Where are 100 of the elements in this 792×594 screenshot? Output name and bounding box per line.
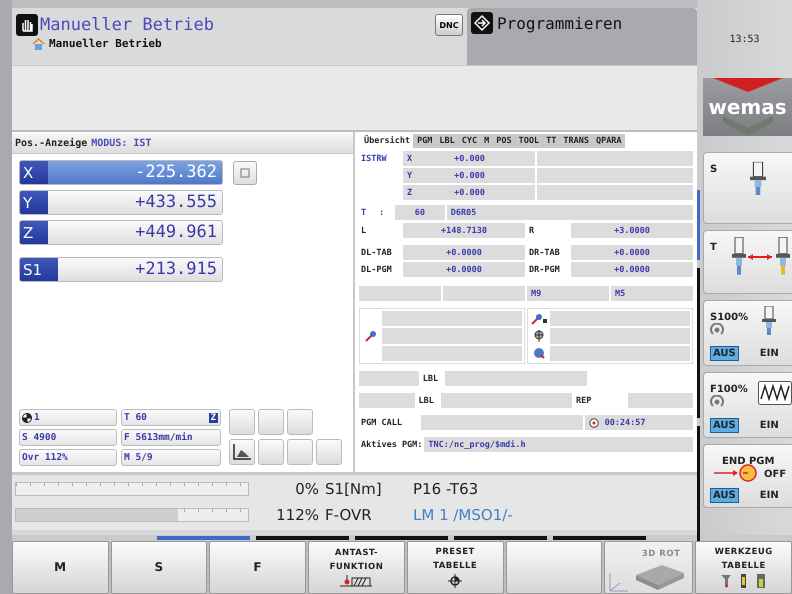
softkey-label: F: [253, 559, 262, 576]
axis-label: Z: [20, 221, 48, 244]
dial-icon: [710, 323, 724, 337]
status-info: P16 -T63: [413, 480, 478, 498]
datum-icon: [22, 412, 32, 422]
info-text: F 5613mm/min: [124, 432, 194, 443]
load-reading: 112%: [275, 506, 319, 524]
info-text: 1: [34, 412, 41, 423]
softkey-label: TABELLE: [433, 560, 478, 572]
softkey[interactable]: PRESET TABELLE: [406, 541, 504, 594]
status-tab[interactable]: Übersicht: [361, 134, 414, 148]
status-value: +0.000: [454, 154, 485, 164]
axis-label: X: [407, 154, 412, 164]
status-field: +148.7130: [403, 223, 525, 238]
status-label: R: [528, 224, 536, 238]
status-label: ISTRW: [361, 154, 387, 164]
probe-icon: [340, 574, 372, 587]
side-softkey[interactable]: S: [703, 152, 792, 224]
axis-position-bar[interactable]: Z +449.961: [19, 220, 223, 245]
softkey-label: 3D ROT: [642, 548, 680, 560]
status-field: +0.0000: [571, 262, 693, 277]
status-label: L: [360, 224, 368, 238]
toggle-option[interactable]: AUS: [710, 346, 739, 361]
empty-button[interactable]: [287, 409, 313, 435]
axis-label: Y: [407, 170, 412, 180]
axis-label: Z: [407, 188, 412, 198]
axis-label: Y: [20, 191, 48, 214]
info-text: Ovr 112%: [22, 452, 69, 463]
status-field: 60: [395, 205, 445, 220]
programming-tab[interactable]: Programmieren: [467, 8, 697, 65]
toggle-option[interactable]: AUS: [710, 488, 739, 503]
softkey[interactable]: ANTAST- FUNKTION: [308, 541, 405, 594]
logo: wemas: [703, 78, 792, 136]
home-icon: [32, 38, 45, 50]
empty-button[interactable]: [287, 439, 313, 465]
dnc-button[interactable]: DNC: [435, 14, 463, 36]
softkey[interactable]: F: [209, 541, 306, 594]
axis-value: +449.961: [134, 221, 218, 244]
axis-position-bar[interactable]: S1 +213.915: [19, 257, 223, 282]
axis-value: +433.555: [134, 191, 218, 214]
panel-title: Pos.-Anzeige: [15, 138, 88, 149]
empty-field: [359, 393, 414, 408]
separator-text: :: [378, 206, 386, 220]
softkey-label: M: [54, 559, 67, 576]
load-label: F-OVR: [324, 506, 373, 524]
axis-position-bar[interactable]: X -225.362: [19, 160, 223, 185]
softkey-label: WERKZEUG: [714, 547, 773, 558]
softkey-label: F100%: [710, 384, 748, 395]
side-softkey[interactable]: F100% AUS EIN: [703, 372, 792, 438]
softkey-label: T: [710, 242, 717, 253]
chart-button[interactable]: [229, 439, 255, 465]
toggle-option[interactable]: EIN: [756, 418, 782, 433]
status-label: DL-PGM: [360, 264, 393, 276]
softkey[interactable]: M: [12, 541, 109, 594]
axis-position-bar[interactable]: Y +433.555: [19, 190, 223, 215]
softkey-label: S100%: [710, 312, 748, 323]
softkey-label: END PGM: [722, 456, 774, 467]
side-softkey[interactable]: T: [703, 230, 792, 294]
toggle-option[interactable]: EIN: [756, 488, 782, 503]
softkey-label: S: [710, 164, 718, 175]
status-field: D6R05: [446, 205, 693, 220]
clock-time: 13:53: [728, 32, 761, 46]
status-label: REP: [575, 394, 592, 408]
tool-table-icon: [720, 574, 767, 588]
info-text: S 4900: [22, 432, 58, 443]
toggle-option[interactable]: EIN: [756, 346, 782, 361]
square-icon: [240, 168, 250, 178]
status-field: +3.0000: [571, 223, 693, 238]
empty-button[interactable]: [316, 439, 342, 465]
toggle-option[interactable]: AUS: [710, 418, 739, 433]
tool-axis-badge: Z: [208, 412, 218, 422]
axis-label: S1: [20, 258, 58, 281]
axis-label: X: [20, 161, 48, 184]
status-field: +0.0000: [571, 245, 693, 260]
softkey[interactable]: S: [110, 541, 208, 594]
probe-icon: [365, 330, 377, 342]
status-field: M5: [611, 286, 693, 301]
dial-icon: [710, 395, 724, 409]
status-field: +0.0000: [403, 245, 525, 260]
status-value: +0.000: [454, 170, 485, 180]
status-info: LM 1 /MSO1/-: [413, 506, 513, 524]
status-field: M9: [527, 286, 609, 301]
end-program-icon: [714, 463, 758, 483]
probe-icon: [531, 313, 547, 326]
status-label: DR-TAB: [528, 246, 561, 260]
empty-field: [628, 393, 693, 408]
frame-button[interactable]: [233, 160, 257, 184]
softkey[interactable]: [506, 541, 602, 594]
feed-wave-icon: [758, 381, 792, 405]
manual-mode-icon: [16, 14, 38, 36]
chart-icon: [233, 444, 251, 460]
status-label: T: [360, 206, 368, 220]
softkey-label: TABELLE: [722, 560, 766, 572]
softkey-label: ANTAST-: [334, 548, 378, 560]
side-softkey[interactable]: END PGM OFF AUS EIN: [703, 444, 792, 508]
crosshair-icon: [448, 574, 462, 588]
softkey[interactable]: WERKZEUG TABELLE: [695, 541, 792, 594]
side-softkey[interactable]: S100% AUS EIN: [703, 300, 792, 366]
spindle-icon: [762, 305, 776, 337]
run-time: 00:24:57: [604, 418, 646, 428]
